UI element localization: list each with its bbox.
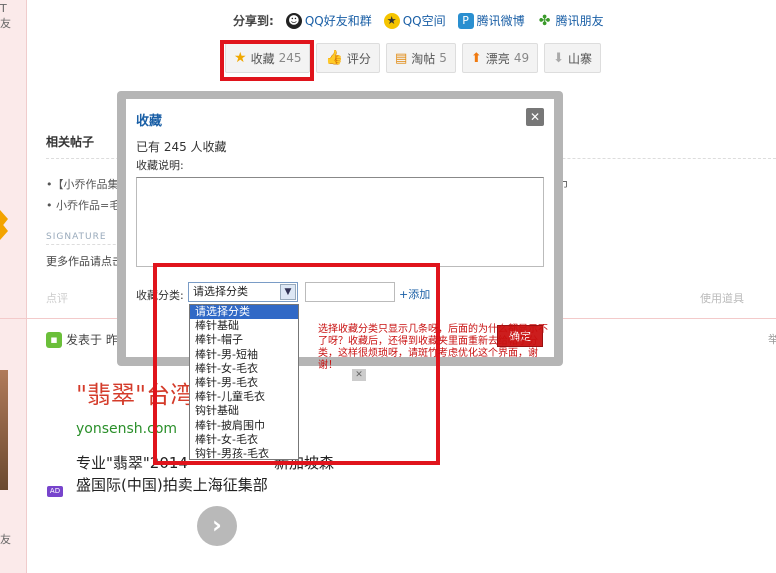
description-label: 收藏说明: [136, 159, 184, 172]
strip-char-top: T [0, 2, 7, 15]
tao-button[interactable]: ▤ 淘帖 5 [385, 43, 456, 73]
new-category-input[interactable] [305, 282, 395, 302]
annotation-highlight-favorite [220, 40, 314, 81]
arrow-down-icon: ⬇ [553, 50, 564, 66]
dropdown-option[interactable]: 棒针-儿童毛衣 [190, 390, 298, 404]
arrow-up-icon: ⬆ [470, 50, 482, 66]
dropdown-option[interactable]: 请选择分类 [190, 305, 298, 320]
add-category-link[interactable]: +添加 [399, 286, 430, 302]
tray-icon: ▤ [394, 50, 408, 66]
dropdown-option[interactable]: 棒针-女-毛衣 [190, 433, 298, 447]
ad-badge: AD [47, 486, 63, 497]
left-sidebar-strip: T 友 友 [0, 0, 27, 573]
dropdown-option[interactable]: 棒针-帽子 [190, 333, 298, 347]
star-badge-icon [0, 210, 8, 240]
dropdown-option[interactable]: 钩针基础 [190, 404, 298, 418]
share-label: 分享到: [233, 14, 274, 28]
recommend-down-button[interactable]: ⬇ 山寨 [544, 43, 602, 73]
divider [46, 244, 126, 245]
dropdown-option[interactable]: 钩针-男孩-毛衣 [190, 447, 298, 459]
related-posts-title: 相关帖子 [46, 135, 95, 149]
strip-char-bottom: 友 [0, 533, 11, 546]
share-tencent-friends[interactable]: ✤ 腾讯朋友 [536, 12, 604, 29]
chevron-down-icon[interactable]: ▼ [280, 284, 296, 300]
tencent-weibo-icon: P [457, 12, 474, 29]
dropdown-option[interactable]: 棒针-女-毛衣 [190, 362, 298, 376]
use-tools-link[interactable]: 使用道具 [700, 290, 744, 306]
share-qq-friends[interactable]: ☻ QQ好友和群 [285, 12, 372, 29]
share-qzone[interactable]: ★ QQ空间 [383, 12, 446, 29]
dropdown-option[interactable]: 棒针基础 [190, 319, 298, 333]
qzone-icon: ★ [383, 12, 400, 29]
ad-url[interactable]: yonsensh.com [76, 421, 177, 437]
category-dropdown-list[interactable]: 请选择分类 棒针基础 棒针-帽子 棒针-男-短袖 棒针-女-毛衣 棒针-男-毛衣… [189, 304, 299, 460]
rate-button[interactable]: 👍 评分 [316, 43, 380, 73]
tencent-friends-icon: ✤ [536, 12, 553, 29]
description-textarea[interactable] [136, 177, 544, 267]
thumbnail-image[interactable] [0, 370, 8, 490]
signature-label: SIGNATURE [46, 232, 107, 242]
share-bar: 分享到: ☻ QQ好友和群 ★ QQ空间 P 腾讯微博 ✤ 腾讯朋友 [233, 12, 604, 29]
dropdown-option[interactable]: 棒针-男-毛衣 [190, 376, 298, 390]
dropdown-option[interactable]: 棒针-男-短袖 [190, 348, 298, 362]
related-post-item[interactable]: • 小乔作品=毛 [46, 197, 120, 213]
share-tencent-weibo[interactable]: P 腾讯微博 [457, 12, 525, 29]
ad-text-line-2: 盛国际(中国)拍卖上海征集部 [76, 476, 268, 494]
category-select[interactable]: 请选择分类 ▼ [188, 282, 298, 302]
favorite-count-text: 已有 245 人收藏 [136, 140, 227, 154]
category-label: 收藏分类: [136, 289, 184, 302]
thumbs-up-icon: 👍 [325, 50, 343, 66]
strip-char-2: 友 [0, 17, 11, 30]
report-link[interactable]: 举 [768, 331, 776, 347]
close-icon[interactable]: ✕ [526, 108, 544, 126]
signature-text[interactable]: 更多作品请点击 [46, 253, 123, 269]
user-icon: ▪ [46, 331, 62, 348]
dialog-title: 收藏 [136, 114, 163, 129]
recommend-up-button[interactable]: ⬆ 漂亮 49 [461, 43, 539, 73]
qq-icon: ☻ [285, 12, 302, 29]
comment-link[interactable]: 点评 [46, 290, 68, 306]
related-post-item[interactable]: •【小乔作品集 [46, 176, 119, 192]
next-arrow-icon[interactable]: › [197, 506, 237, 546]
dropdown-option[interactable]: 棒针-披肩围巾 [190, 419, 298, 433]
annotation-note: 选择收藏分类只显示几条呀，后面的为什么都显示不了呀？收藏后，还得到收藏夹里面重新… [318, 324, 548, 371]
